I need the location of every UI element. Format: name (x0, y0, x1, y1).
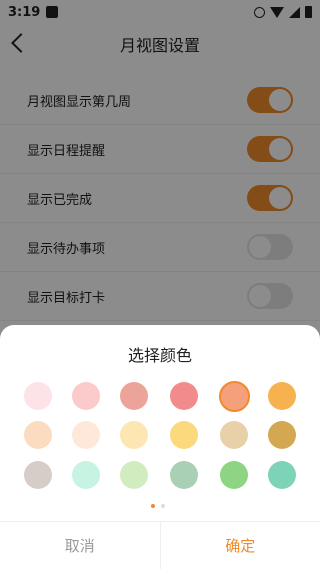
color-swatch[interactable] (72, 421, 100, 449)
color-swatch[interactable] (120, 461, 148, 489)
color-swatch[interactable] (170, 461, 198, 489)
color-swatch[interactable] (220, 461, 248, 489)
cancel-button[interactable]: 取消 (0, 522, 161, 569)
color-swatch[interactable] (220, 421, 248, 449)
color-swatch[interactable] (120, 382, 148, 410)
color-swatch[interactable] (268, 382, 296, 410)
color-swatch[interactable] (170, 382, 198, 410)
color-swatch[interactable] (72, 382, 100, 410)
color-swatch[interactable] (268, 421, 296, 449)
color-swatch[interactable] (170, 421, 198, 449)
color-swatch[interactable] (120, 421, 148, 449)
color-swatch[interactable] (268, 461, 296, 489)
color-swatch[interactable] (24, 461, 52, 489)
confirm-button[interactable]: 确定 (161, 522, 320, 569)
sheet-title: 选择颜色 (127, 346, 192, 365)
page-indicator-dot (151, 504, 155, 508)
page-indicator-dot (161, 504, 165, 508)
color-swatch[interactable] (72, 461, 100, 489)
color-swatch[interactable] (24, 382, 52, 410)
color-swatch-selected[interactable] (218, 380, 250, 412)
color-swatch[interactable] (24, 421, 52, 449)
sheet-footer: 取消 确定 (0, 521, 320, 569)
